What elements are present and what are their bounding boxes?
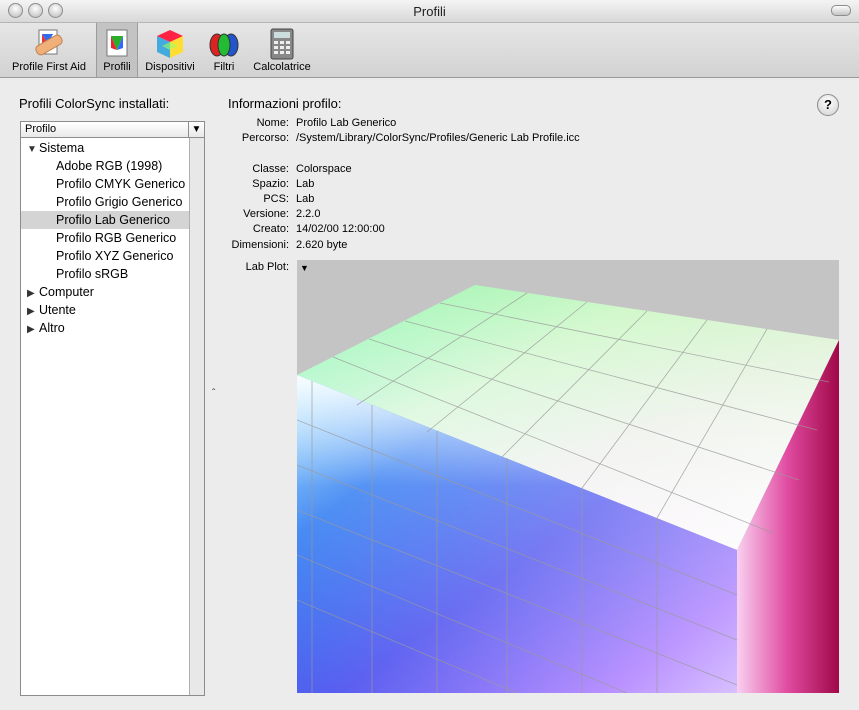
help-button[interactable]: ? xyxy=(817,94,839,116)
tree-group-sistema[interactable]: ▼ Sistema xyxy=(27,139,84,157)
tree-label: Profilo CMYK Generico xyxy=(56,177,186,191)
tree-item-profile[interactable]: Profilo Grigio Generico xyxy=(56,193,182,211)
tree-label: Profilo Grigio Generico xyxy=(56,195,183,209)
toolbar-button-filtri[interactable]: Filtri xyxy=(205,23,243,77)
field-label: Versione: xyxy=(243,208,289,220)
profile-pcs-value: Lab xyxy=(296,193,315,205)
installed-profiles-title: Profili ColorSync installati: xyxy=(19,96,170,111)
profile-created-value: 14/02/00 12:00:00 xyxy=(296,223,385,235)
tree-item-profile[interactable]: Profilo CMYK Generico xyxy=(56,175,185,193)
profile-path-value: /System/Library/ColorSync/Profiles/Gener… xyxy=(296,132,580,144)
field-label: Dimensioni: xyxy=(231,239,289,251)
list-scrollbar[interactable] xyxy=(189,138,204,695)
device-cube-icon xyxy=(157,30,183,58)
profile-info-title: Informazioni profilo: xyxy=(228,96,342,111)
profile-size-value: 2.620 byte xyxy=(296,239,348,251)
toolbar-button-dispositivi[interactable]: Dispositivi xyxy=(139,23,201,77)
toolbar-label: Calcolatrice xyxy=(253,61,311,73)
split-view-handle-icon[interactable]: ˆ xyxy=(212,388,215,399)
tree-group-computer[interactable]: ▶ Computer xyxy=(27,283,94,301)
disclosure-collapsed-icon[interactable]: ▶ xyxy=(27,321,39,339)
tree-item-profile[interactable]: Profilo RGB Generico xyxy=(56,229,176,247)
toolbar: Profile First Aid Profili Dispositivi Fi… xyxy=(0,23,859,78)
tree-label: Sistema xyxy=(39,141,85,155)
toolbar-toggle-button[interactable] xyxy=(831,5,851,16)
tree-item-profile[interactable]: Profilo sRGB xyxy=(56,265,128,283)
profile-class-value: Colorspace xyxy=(296,163,352,175)
field-label: Nome: xyxy=(256,117,289,129)
sort-arrow-icon[interactable]: ▼ xyxy=(188,122,204,137)
tree-item-profile[interactable]: Adobe RGB (1998) xyxy=(56,157,162,175)
tree-label: Profilo RGB Generico xyxy=(56,231,177,245)
profile-space-value: Lab xyxy=(296,178,315,190)
disclosure-expanded-icon[interactable]: ▼ xyxy=(27,141,39,159)
profile-list[interactable]: Profilo ▼ ▼ Sistema Adobe RGB (1998) Prof… xyxy=(20,121,205,696)
lab-plot-view[interactable] xyxy=(297,260,839,693)
field-label: PCS: xyxy=(263,193,289,205)
toolbar-button-calcolatrice[interactable]: Calcolatrice xyxy=(248,23,316,77)
toolbar-button-profile-first-aid[interactable]: Profile First Aid xyxy=(4,23,94,77)
profile-version-value: 2.2.0 xyxy=(296,208,321,220)
column-header-profilo[interactable]: Profilo ▼ xyxy=(21,122,204,138)
toolbar-label: Profile First Aid xyxy=(12,61,86,73)
field-label: Creato: xyxy=(252,223,289,235)
tree-label: Utente xyxy=(39,303,76,317)
column-header-label: Profilo xyxy=(25,123,57,135)
first-aid-icon xyxy=(35,29,63,56)
toolbar-label: Filtri xyxy=(213,61,235,73)
tree-label: Profilo sRGB xyxy=(56,267,129,281)
tree-label: Altro xyxy=(39,321,65,335)
lab-plot-menu-arrow-icon[interactable]: ▼ xyxy=(300,263,309,273)
tree-label: Computer xyxy=(39,285,94,299)
lab-gamut-3d-plot xyxy=(297,285,839,693)
field-label: Spazio: xyxy=(252,178,289,190)
tree-group-altro[interactable]: ▶ Altro xyxy=(27,319,65,337)
field-label: Classe: xyxy=(252,163,289,175)
field-label: Percorso: xyxy=(241,132,289,144)
tree-item-profile-selected[interactable]: Profilo Lab Generico xyxy=(21,211,189,229)
calculator-icon xyxy=(270,28,294,60)
lab-plot-label: Lab Plot: xyxy=(245,261,289,273)
tree-label: Adobe RGB (1998) xyxy=(56,159,163,173)
toolbar-label: Profili xyxy=(103,61,131,73)
filter-icon xyxy=(209,33,239,57)
profile-document-icon xyxy=(106,29,128,57)
toolbar-label: Dispositivi xyxy=(145,61,195,73)
toolbar-button-profili[interactable]: Profili xyxy=(96,23,138,77)
tree-item-profile[interactable]: Profilo XYZ Generico xyxy=(56,247,173,265)
tree-group-utente[interactable]: ▶ Utente xyxy=(27,301,76,319)
profile-name-value: Profilo Lab Generico xyxy=(296,117,397,129)
tree-label: Profilo XYZ Generico xyxy=(56,249,174,263)
window: Profili Profile First Aid Profili Dispos… xyxy=(0,0,859,710)
window-title: Profili xyxy=(413,4,446,19)
title-bar: Profili xyxy=(0,0,859,23)
tree-label: Profilo Lab Generico xyxy=(56,213,170,227)
